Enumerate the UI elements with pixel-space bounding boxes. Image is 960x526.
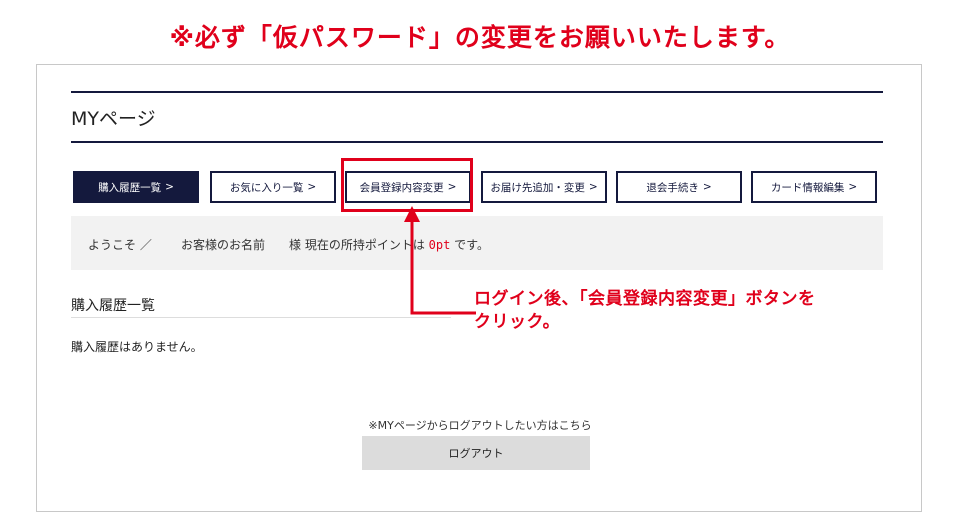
points-line: 様 現在の所持ポイントは 0pt です。 [289,236,489,253]
instruction-headline: ※必ず「仮パスワード」の変更をお願いいたします。 [169,23,791,52]
chevron-right-icon: > [848,181,858,193]
logout-button[interactable]: ログアウト [362,436,590,470]
tab-shipping-address[interactable]: お届け先追加・変更 > [481,171,607,203]
logout-note: ※MYページからログアウトしたい方はこちら [368,419,592,432]
chevron-right-icon: > [307,181,317,193]
tab-label: お届け先追加・変更 [490,181,585,194]
tab-label: 購入履歴一覧 [98,181,162,194]
purchase-history-heading: 購入履歴一覧 [71,295,451,318]
page-title: MYページ [71,108,156,130]
points-value: 0pt [428,238,451,252]
annotation-callout: ログイン後、「会員登録内容変更」ボタンを クリック。 [474,288,816,334]
annotation-line-1: ログイン後、「会員登録内容変更」ボタンを [474,289,816,309]
points-prefix: 様 現在の所持ポイントは [289,238,425,252]
chevron-right-icon: > [165,181,174,193]
tab-purchase-history[interactable]: 購入履歴一覧 > [73,171,199,203]
points-suffix: です。 [454,238,489,252]
chevron-right-icon: > [702,181,712,193]
highlight-box [341,158,473,212]
tab-label: 退会手続き [646,181,699,194]
tab-label: お気に入り一覧 [229,181,304,194]
empty-history-message: 購入履歴はありません。 [71,340,203,354]
mypage-tab-bar: 購入履歴一覧 > お気に入り一覧 > 会員登録内容変更 > お届け先追加・変更 … [73,171,885,205]
tab-card-info[interactable]: カード情報編集 > [751,171,877,203]
tab-label: カード情報編集 [770,181,845,194]
tab-withdraw[interactable]: 退会手続き > [616,171,742,203]
welcome-greeting: ようこそ ／ [88,238,152,252]
customer-name: お客様のお名前 [181,238,266,252]
page-title-bar: MYページ [71,91,883,143]
welcome-bar: ようこそ ／ お客様のお名前 様 現在の所持ポイントは 0pt です。 [71,216,883,270]
tab-favorites[interactable]: お気に入り一覧 > [210,171,336,203]
annotation-line-2: クリック。 [474,312,561,332]
chevron-right-icon: > [588,181,598,193]
